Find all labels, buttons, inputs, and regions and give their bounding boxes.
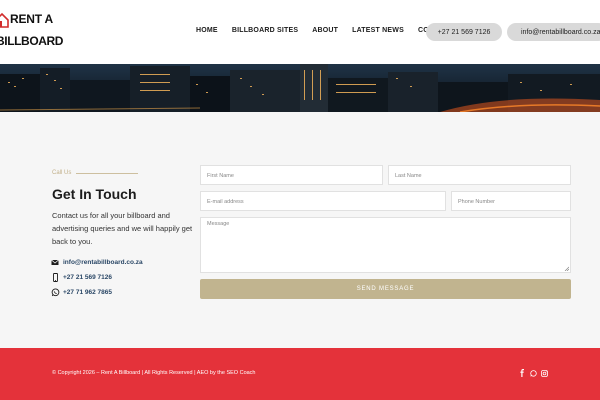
header-phone-button[interactable]: +27 21 569 7126: [426, 23, 502, 41]
last-name-input[interactable]: Last Name: [388, 165, 571, 185]
contact-phone-text: +27 21 569 7126: [63, 273, 112, 281]
message-textarea[interactable]: Message: [200, 217, 571, 273]
contact-whatsapp-link[interactable]: +27 71 962 7865: [51, 287, 112, 297]
first-name-input[interactable]: First Name: [200, 165, 383, 185]
site-logo[interactable]: RENT A BILLBOARD: [0, 12, 63, 52]
resize-grip-icon[interactable]: [564, 266, 569, 271]
nav-billboard-sites[interactable]: BILLBOARD SITES: [232, 24, 298, 38]
nav-home[interactable]: HOME: [196, 24, 218, 38]
logo-line-2: BILLBOARD: [0, 34, 64, 48]
instagram-icon[interactable]: [540, 369, 548, 377]
email-input[interactable]: E-mail address: [200, 191, 446, 211]
site-header: RENT A BILLBOARD HOME BILLBOARD SITES AB…: [0, 0, 600, 64]
nav-latest-news[interactable]: LATEST NEWS: [352, 24, 404, 38]
contact-section: Call Us Get In Touch Contact us for all …: [0, 112, 600, 348]
email-icon: [51, 258, 60, 267]
section-description: Contact us for all your billboard and ad…: [52, 211, 193, 246]
hero-city-banner: [0, 64, 600, 112]
send-message-button[interactable]: SEND MESSAGE: [200, 279, 571, 299]
mobile-phone-icon: [51, 272, 60, 282]
contact-email-text: info@rentabillboard.co.za: [63, 258, 143, 266]
contact-phone-link[interactable]: +27 21 569 7126: [51, 272, 112, 282]
site-footer: © Copyright 2026 – Rent A Billboard | Al…: [0, 348, 600, 400]
header-email-button[interactable]: info@rentabillboard.co.za: [507, 23, 600, 41]
facebook-icon[interactable]: [518, 369, 526, 377]
logo-line-1: RENT A: [10, 12, 54, 26]
whatsapp-social-icon[interactable]: [529, 369, 537, 377]
phone-number-input[interactable]: Phone Number: [451, 191, 571, 211]
house-logo-icon: [0, 12, 9, 28]
section-eyebrow: Call Us: [52, 170, 72, 176]
eyebrow-divider: [76, 173, 138, 174]
nav-about[interactable]: ABOUT: [312, 24, 338, 38]
section-title: Get In Touch: [52, 186, 137, 202]
whatsapp-icon: [51, 287, 60, 297]
contact-email-link[interactable]: info@rentabillboard.co.za: [51, 257, 143, 267]
footer-copyright: © Copyright 2026 – Rent A Billboard | Al…: [52, 370, 256, 376]
contact-whatsapp-text: +27 71 962 7865: [63, 288, 112, 296]
city-skyline-image: [0, 64, 600, 112]
message-placeholder: Message: [207, 221, 230, 227]
